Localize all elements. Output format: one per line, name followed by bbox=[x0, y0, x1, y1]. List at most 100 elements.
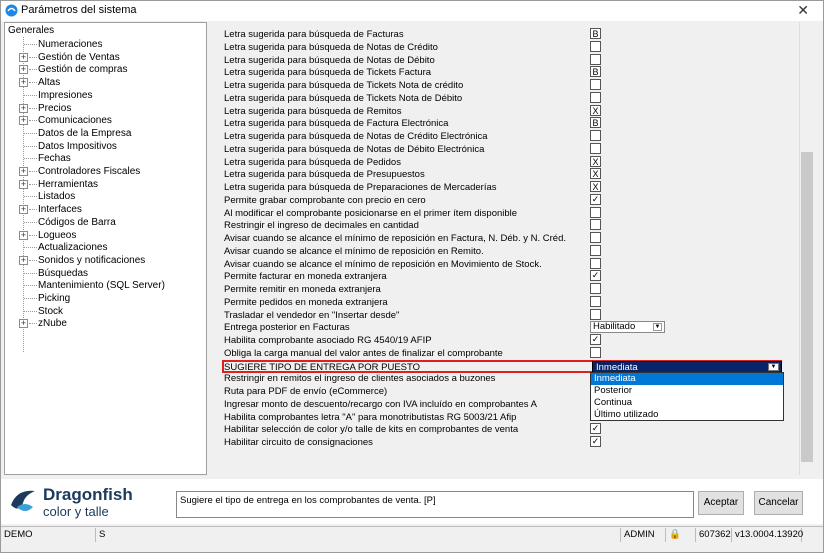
tree-item[interactable]: + Gestión de compras bbox=[5, 63, 205, 76]
parameter-label: Habilita comprobante asociado RG 4540/19… bbox=[224, 335, 432, 346]
tree-item[interactable]: Búsquedas bbox=[5, 267, 205, 280]
app-icon bbox=[5, 4, 18, 17]
expand-plus-icon[interactable]: + bbox=[19, 116, 28, 126]
expand-plus-icon[interactable]: + bbox=[19, 65, 28, 75]
parameter-label: Permite grabar comprobante con precio en… bbox=[224, 194, 426, 206]
letter-field[interactable]: X bbox=[590, 155, 601, 167]
checkbox[interactable] bbox=[590, 308, 601, 320]
checkbox[interactable]: ✓ bbox=[590, 436, 601, 447]
tree-item[interactable]: Datos Impositivos bbox=[5, 140, 205, 153]
delivery-type-dropdown-list[interactable]: Inmediata Posterior Continua Último utiliza… bbox=[590, 372, 784, 421]
letter-field[interactable]: X bbox=[590, 181, 601, 192]
expand-plus-icon[interactable]: + bbox=[19, 205, 28, 215]
tree-item-label: Códigos de Barra bbox=[38, 216, 116, 228]
tree-item-label: Numeraciones bbox=[38, 39, 103, 50]
letter-field[interactable] bbox=[590, 40, 601, 52]
tree-item-label: Mantenimiento (SQL Server) bbox=[38, 280, 165, 292]
dropdown-option[interactable]: Último utilizado bbox=[591, 409, 783, 421]
expand-plus-icon[interactable]: + bbox=[19, 255, 28, 265]
checkbox[interactable] bbox=[590, 346, 601, 358]
tree-connector bbox=[24, 94, 37, 96]
tree-item[interactable]: + Sonidos y notificaciones bbox=[5, 254, 205, 267]
tree-item-label: Herramientas bbox=[38, 178, 99, 190]
checkbox[interactable]: ✓ bbox=[590, 193, 601, 205]
parameter-label: Habilita comprobantes letra "A" para mon… bbox=[224, 411, 517, 423]
letter-field[interactable]: X bbox=[590, 104, 601, 116]
tree-root-generales[interactable]: Generales bbox=[8, 25, 54, 36]
tree-item[interactable]: + Gestión de Ventas bbox=[5, 51, 205, 64]
parameter-row: Permite facturar en moneda extranjera ✓ bbox=[208, 270, 798, 283]
tree-item[interactable]: + Comunicaciones bbox=[5, 114, 205, 127]
expand-plus-icon[interactable]: + bbox=[19, 179, 28, 189]
tree-item[interactable]: Listados bbox=[5, 190, 205, 203]
parameter-row: Permite pedidos en moneda extranjera bbox=[208, 295, 798, 309]
checkbox[interactable]: ✓ bbox=[590, 270, 601, 282]
scrollbar-thumb[interactable] bbox=[801, 152, 813, 462]
tree-item[interactable]: Picking bbox=[5, 292, 205, 305]
parameter-label: Al modificar el comprobante posicionarse… bbox=[224, 207, 518, 219]
tree-item-label: Controladores Fiscales bbox=[38, 166, 141, 177]
tree-item[interactable]: + Precios bbox=[5, 102, 205, 115]
chevron-down-icon[interactable]: ▼ bbox=[653, 323, 662, 332]
tree-item[interactable]: + Controladores Fiscales bbox=[5, 165, 205, 178]
letter-field[interactable] bbox=[590, 79, 601, 90]
tree-item[interactable]: Stock bbox=[5, 305, 205, 318]
checkbox[interactable] bbox=[590, 206, 601, 218]
tree-item[interactable]: + Interfaces bbox=[5, 203, 205, 216]
expand-plus-icon[interactable]: + bbox=[19, 78, 28, 88]
tree-item[interactable]: Numeraciones bbox=[5, 38, 205, 51]
parameter-label: Letra sugerida para búsqueda de Notas de… bbox=[224, 54, 435, 66]
dropdown-option[interactable]: Posterior bbox=[591, 385, 783, 397]
parameter-label: Letra sugerida para búsqueda de Tickets … bbox=[224, 80, 464, 91]
settings-tree[interactable]: Generales Numeraciones + Gestión de Ventas… bbox=[4, 22, 207, 475]
parameter-row: Permite remitir en moneda extranjera bbox=[208, 283, 798, 296]
letter-field[interactable] bbox=[590, 130, 601, 141]
letter-field[interactable] bbox=[590, 142, 601, 154]
tree-item[interactable]: Mantenimiento (SQL Server) bbox=[5, 279, 205, 292]
checkbox[interactable] bbox=[590, 283, 601, 294]
checkbox[interactable] bbox=[590, 219, 601, 231]
select-value: Habilitado bbox=[593, 321, 636, 333]
tree-item[interactable]: Fechas bbox=[5, 152, 205, 165]
parameter-label: Habilitar selección de color y/o talle d… bbox=[224, 424, 519, 436]
close-icon[interactable]: ✕ bbox=[797, 2, 809, 19]
tree-item[interactable]: Datos de la Empresa bbox=[5, 127, 205, 140]
cancel-button[interactable]: Cancelar bbox=[754, 491, 803, 515]
tree-item[interactable]: + Altas bbox=[5, 76, 205, 89]
select-field[interactable]: Habilitado ▼ bbox=[590, 321, 665, 334]
letter-field[interactable]: B bbox=[590, 117, 601, 129]
parameter-label: Obliga la carga manual del valor antes d… bbox=[224, 347, 503, 359]
panel-scrollbar[interactable] bbox=[799, 22, 813, 475]
tree-item[interactable]: + Logueos bbox=[5, 229, 205, 242]
accept-button[interactable]: Aceptar bbox=[698, 491, 744, 515]
tree-item[interactable]: Impresiones bbox=[5, 89, 205, 102]
tree-connector bbox=[29, 107, 37, 109]
letter-field[interactable] bbox=[590, 53, 601, 65]
expand-plus-icon[interactable]: + bbox=[19, 167, 28, 176]
tree-item[interactable]: Códigos de Barra bbox=[5, 216, 205, 229]
dropdown-option[interactable]: Continua bbox=[591, 397, 783, 409]
tree-connector bbox=[29, 259, 37, 261]
checkbox[interactable] bbox=[590, 232, 601, 243]
letter-field[interactable]: X bbox=[590, 168, 601, 180]
checkbox[interactable]: ✓ bbox=[590, 423, 601, 435]
tree-item[interactable]: + zNube bbox=[5, 317, 205, 330]
parameter-label: Ingresar monto de descuento/recargo con … bbox=[224, 398, 537, 410]
delivery-type-select[interactable]: Inmediata ▼ bbox=[592, 360, 782, 373]
chevron-down-icon[interactable]: ▼ bbox=[768, 362, 779, 371]
dropdown-option[interactable]: Inmediata bbox=[591, 373, 783, 385]
expand-plus-icon[interactable]: + bbox=[19, 319, 28, 329]
tree-item[interactable]: + Herramientas bbox=[5, 178, 205, 191]
letter-field[interactable]: B bbox=[590, 28, 601, 39]
checkbox[interactable]: ✓ bbox=[590, 334, 601, 345]
checkbox[interactable] bbox=[590, 257, 601, 269]
tree-item[interactable]: Actualizaciones bbox=[5, 241, 205, 254]
expand-plus-icon[interactable]: + bbox=[19, 103, 28, 113]
expand-plus-icon[interactable]: + bbox=[19, 230, 28, 240]
expand-plus-icon[interactable]: + bbox=[19, 52, 28, 62]
checkbox[interactable] bbox=[590, 244, 601, 256]
letter-field[interactable]: B bbox=[590, 66, 601, 78]
parameter-row: Avisar cuando se alcance el mínimo de re… bbox=[208, 232, 798, 245]
letter-field[interactable] bbox=[590, 91, 601, 103]
checkbox[interactable] bbox=[590, 295, 601, 307]
